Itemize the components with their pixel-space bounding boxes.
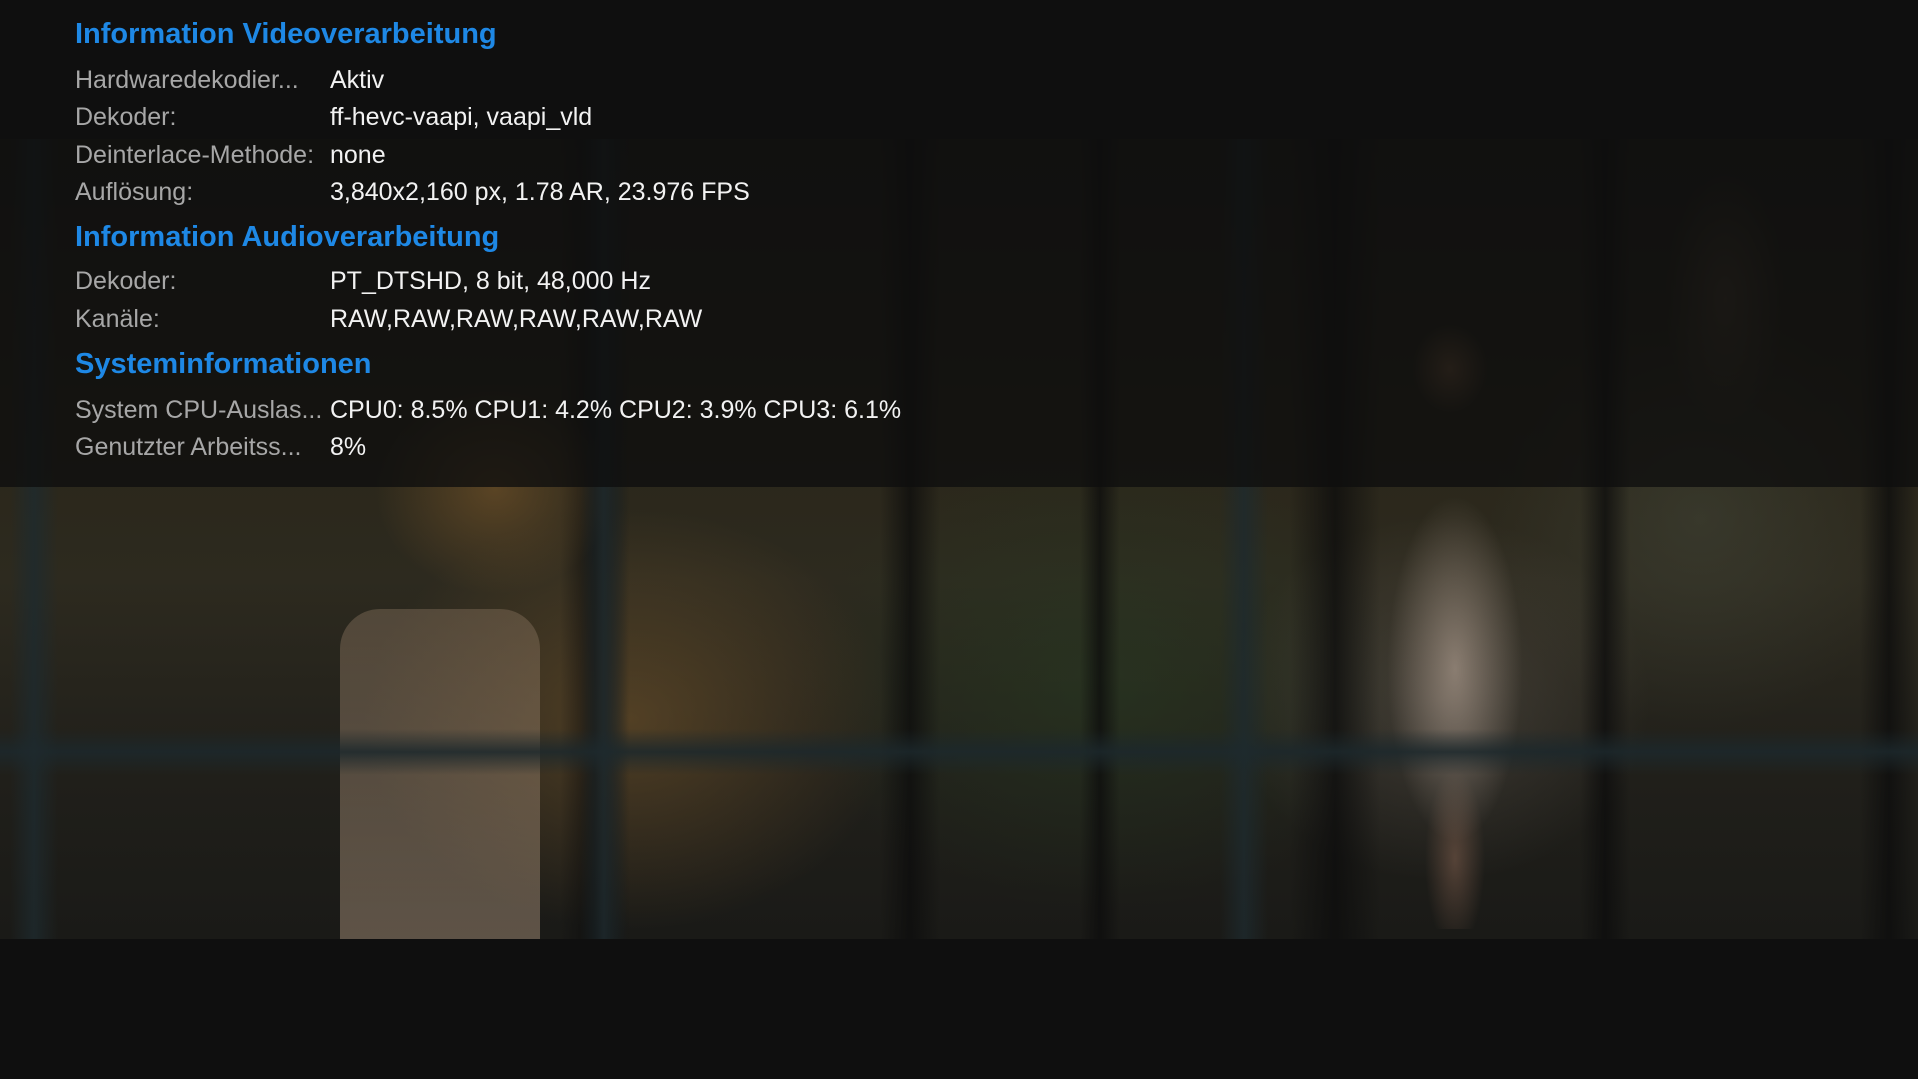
info-label: Genutzter Arbeitss... [75,433,302,461]
info-value: Aktiv [330,66,385,94]
info-value: CPU0: 8.5% CPU1: 4.2% CPU2: 3.9% CPU3: 6… [330,396,902,424]
info-value: 3,840x2,160 px, 1.78 AR, 23.976 FPS [330,178,750,206]
system-info-title: Systeminformationen [75,348,372,380]
info-label: Auflösung: [75,178,194,206]
audio-info-title: Information Audioverarbeitung [75,221,500,253]
video-player-screen: Information Videoverarbeitung Hardwarede… [0,0,1918,1079]
info-label: Deinterlace-Methode: [75,141,315,169]
info-label: Dekoder: [75,103,177,131]
info-label: System CPU-Auslas... [75,396,323,424]
info-label: Dekoder: [75,267,177,295]
fence-rail [0,729,1918,775]
info-label: Hardwaredekodier... [75,66,299,94]
video-info-title: Information Videoverarbeitung [75,18,497,50]
info-value: PT_DTSHD, 8 bit, 48,000 Hz [330,267,651,295]
info-value: RAW,RAW,RAW,RAW,RAW,RAW [330,305,703,333]
info-value: 8% [330,433,367,461]
info-value: none [330,141,386,169]
info-value: ff-hevc-vaapi, vaapi_vld [330,103,593,131]
info-label: Kanäle: [75,305,160,333]
